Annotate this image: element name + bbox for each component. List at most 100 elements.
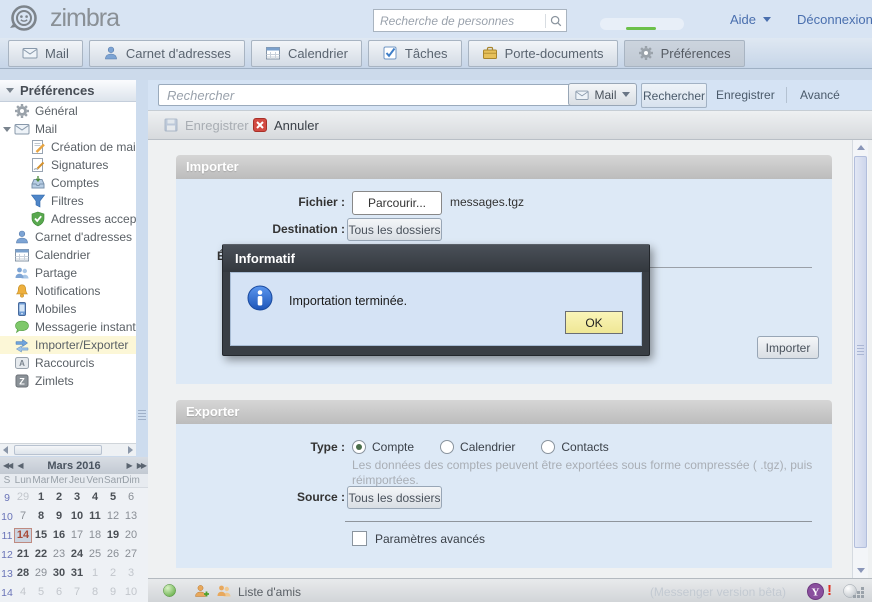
sidebar-hscrollbar[interactable] (0, 443, 136, 456)
tab-porte-documents[interactable]: Porte-documents (468, 40, 618, 67)
calendar-day[interactable]: 26 (104, 547, 122, 562)
calendar-day[interactable]: 10 (68, 509, 86, 524)
calendar-day[interactable]: 9 (104, 585, 122, 600)
calendar-day[interactable]: 27 (122, 547, 140, 562)
cancel-button[interactable]: Annuler (252, 111, 319, 139)
calendar-day[interactable]: 3 (68, 490, 86, 505)
calendar-day[interactable]: 16 (50, 528, 68, 543)
friends-list-label[interactable]: Liste d'amis (238, 585, 301, 599)
sidebar-item-notifications[interactable]: Notifications (0, 282, 136, 300)
tab-carnet-d-adresses[interactable]: Carnet d'adresses (89, 40, 245, 67)
calendar-day[interactable]: 30 (50, 566, 68, 581)
radio-icon[interactable] (352, 440, 366, 454)
help-menu[interactable]: Aide (730, 12, 771, 27)
save-button[interactable]: Enregistrer (163, 111, 249, 139)
calendar-day[interactable]: 2 (104, 566, 122, 581)
advanced-search-button[interactable]: Avancé (800, 88, 840, 102)
add-friend-icon[interactable] (194, 583, 210, 599)
save-search-button[interactable]: Enregistrer (716, 88, 775, 102)
sidebar-item-mobiles[interactable]: Mobiles (0, 300, 136, 318)
calendar-day-selected[interactable]: 14 (14, 528, 32, 543)
calendar-day[interactable]: 21 (14, 547, 32, 562)
sidebar-item-comptes[interactable]: Comptes (0, 174, 136, 192)
tab-preferences[interactable]: Préférences (624, 40, 745, 67)
presence-online-icon[interactable] (162, 583, 178, 599)
radio-option-contacts[interactable]: Contacts (541, 440, 608, 454)
sidebar-item-importer-exporter[interactable]: Importer/Exporter (0, 336, 136, 354)
calendar-day[interactable]: 20 (122, 528, 140, 543)
dialog-title[interactable]: Informatif (223, 245, 649, 272)
search-input[interactable] (158, 84, 576, 106)
calendar-day[interactable]: 23 (50, 547, 68, 562)
calendar-day[interactable]: 5 (104, 490, 122, 505)
radio-option-calendrier[interactable]: Calendrier (440, 440, 515, 454)
content-vscrollbar[interactable] (852, 140, 868, 578)
status-sphere-icon[interactable] (842, 583, 858, 599)
sidebar-item-general[interactable]: Général (0, 102, 136, 120)
hscroll-thumb[interactable] (14, 445, 102, 455)
sidebar-item-mail[interactable]: Mail (0, 120, 136, 138)
people-search-input[interactable] (374, 14, 545, 28)
scroll-left-icon[interactable] (3, 446, 8, 454)
calendar-day[interactable]: 1 (32, 490, 50, 505)
calendar-day[interactable]: 3 (122, 566, 140, 581)
radio-option-compte[interactable]: Compte (352, 440, 414, 454)
sidebar-header[interactable]: Préférences (0, 80, 136, 102)
calendar-day[interactable]: 8 (32, 509, 50, 524)
radio-icon[interactable] (541, 440, 555, 454)
calendar-day[interactable]: 13 (122, 509, 140, 524)
tab-calendrier[interactable]: Calendrier (251, 40, 362, 67)
calendar-day[interactable]: 19 (104, 528, 122, 543)
calendar-day[interactable]: 2 (50, 490, 68, 505)
calendar-day[interactable]: 6 (122, 490, 140, 505)
sidebar-item-adresses-acceptees[interactable]: Adresses acceptées (0, 210, 136, 228)
tab-taches[interactable]: Tâches (368, 40, 462, 67)
sidebar-item-raccourcis[interactable]: ARaccourcis (0, 354, 136, 372)
next-month-button[interactable]: ▶ (124, 461, 134, 470)
import-button[interactable]: Importer (757, 336, 819, 359)
tab-mail[interactable]: Mail (8, 40, 83, 67)
prev-month-button[interactable]: ◀ (14, 461, 24, 470)
yahoo-icon[interactable]: Y (807, 583, 824, 600)
calendar-day[interactable]: 17 (68, 528, 86, 543)
calendar-day[interactable]: 6 (50, 585, 68, 600)
resize-grip-icon[interactable] (861, 587, 864, 590)
calendar-day[interactable]: 12 (104, 509, 122, 524)
sidebar-item-zimlets[interactable]: ZZimlets (0, 372, 136, 390)
prev-year-button[interactable]: ◀◀ (0, 461, 14, 470)
friends-list-icon[interactable] (216, 583, 232, 599)
calendar-day[interactable]: 4 (86, 490, 104, 505)
sidebar-item-partage[interactable]: Partage (0, 264, 136, 282)
vscroll-thumb[interactable] (854, 156, 867, 548)
calendar-day[interactable]: 15 (32, 528, 50, 543)
sidebar-item-calendrier[interactable]: Calendrier (0, 246, 136, 264)
search-scope-button[interactable]: Mail (568, 83, 637, 106)
calendar-day[interactable]: 1 (86, 566, 104, 581)
logout-link[interactable]: Déconnexion (797, 12, 872, 27)
calendar-day[interactable]: 4 (14, 585, 32, 600)
sidebar-item-signatures[interactable]: Signatures (0, 156, 136, 174)
sidebar-item-creation-de-mail[interactable]: Création de mail (0, 138, 136, 156)
expander-icon[interactable] (3, 127, 11, 132)
next-year-button[interactable]: ▶▶ (134, 461, 148, 470)
calendar-day[interactable]: 22 (32, 547, 50, 562)
calendar-day[interactable]: 28 (14, 566, 32, 581)
scroll-up-icon[interactable] (857, 145, 865, 150)
calendar-day[interactable]: 18 (86, 528, 104, 543)
search-button[interactable]: Rechercher (641, 83, 707, 108)
source-folder-button[interactable]: Tous les dossiers (347, 486, 442, 509)
calendar-day[interactable]: 24 (68, 547, 86, 562)
advanced-settings-checkbox[interactable] (352, 531, 367, 546)
calendar-day[interactable]: 9 (50, 509, 68, 524)
calendar-day[interactable]: 31 (68, 566, 86, 581)
sidebar-item-filtres[interactable]: Filtres (0, 192, 136, 210)
destination-folder-button[interactable]: Tous les dossiers (347, 218, 442, 241)
calendar-day[interactable]: 7 (14, 509, 32, 524)
calendar-day[interactable]: 25 (86, 547, 104, 562)
calendar-day[interactable]: 8 (86, 585, 104, 600)
calendar-day[interactable]: 5 (32, 585, 50, 600)
calendar-day[interactable]: 29 (32, 566, 50, 581)
sidebar-item-carnet-d-adresses[interactable]: Carnet d'adresses (0, 228, 136, 246)
calendar-day[interactable]: 11 (86, 509, 104, 524)
sidebar-item-messagerie-instantanee[interactable]: Messagerie instantanée (0, 318, 136, 336)
